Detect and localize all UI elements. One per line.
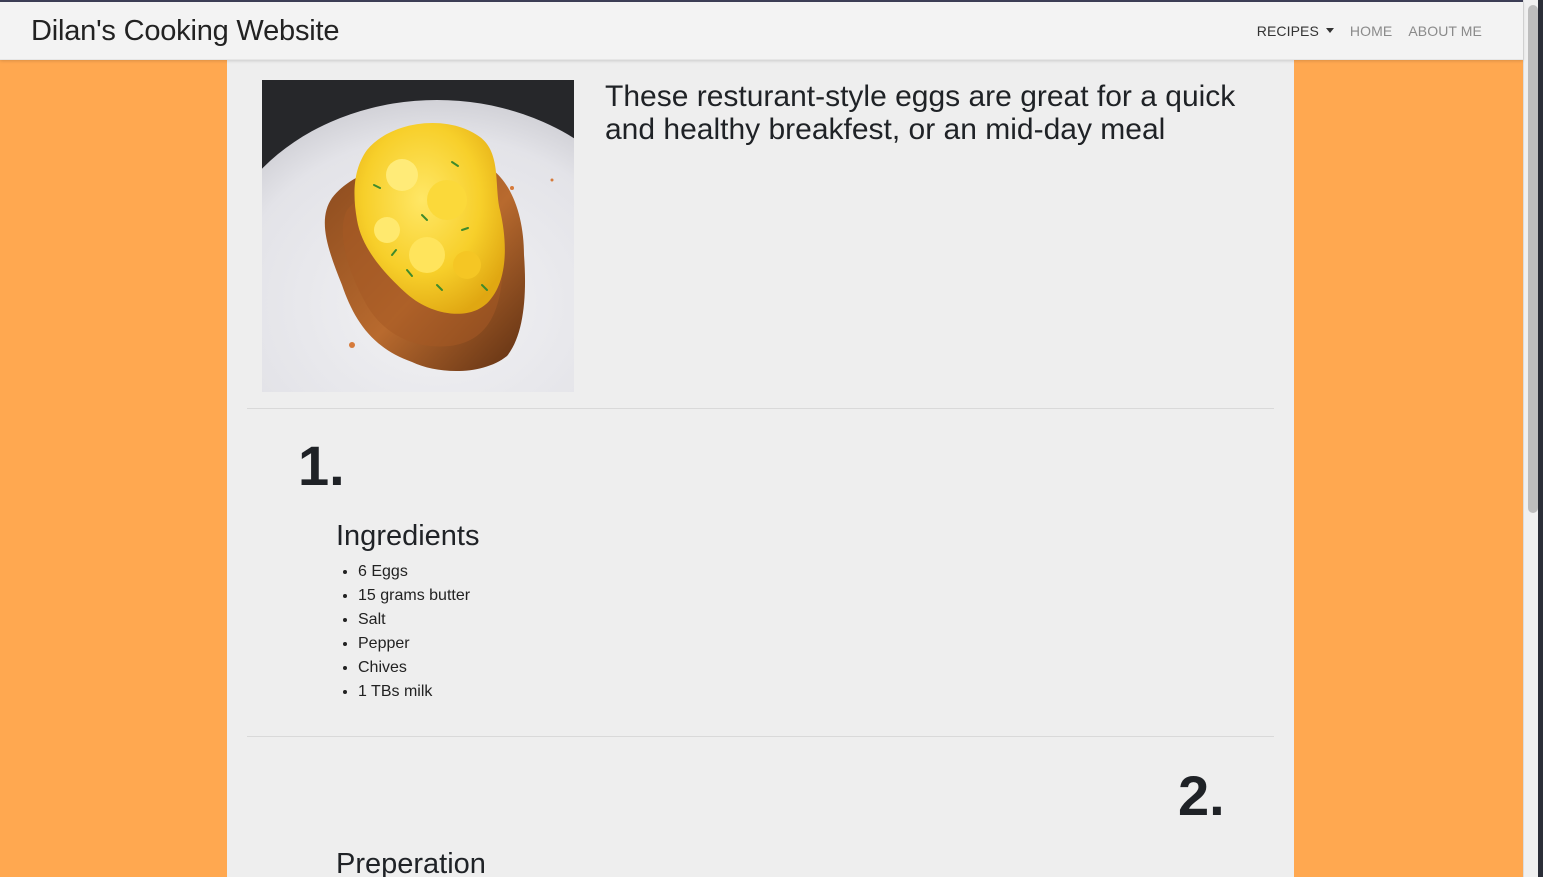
nav-recipes-label: RECIPES <box>1256 23 1319 39</box>
ingredient-item: Pepper <box>358 632 470 656</box>
page: Dilan's Cooking Website RECIPES HOME ABO… <box>0 0 1543 877</box>
navbar: Dilan's Cooking Website RECIPES HOME ABO… <box>0 2 1523 60</box>
recipe-intro: These resturant-style eggs are great for… <box>605 80 1236 146</box>
section-divider <box>247 736 1274 737</box>
ingredients-list: 6 Eggs 15 grams butter Salt Pepper Chive… <box>336 560 470 704</box>
section-divider <box>247 408 1274 409</box>
photo-illustration <box>262 80 574 392</box>
scrollbar-thumb[interactable] <box>1528 5 1538 513</box>
step-number-2: 2. <box>1178 764 1225 827</box>
nav-home-link[interactable]: HOME <box>1350 22 1392 40</box>
step-number-1: 1. <box>298 434 345 497</box>
scrambled-eggs-photo <box>262 80 574 392</box>
ingredient-item: Chives <box>358 656 470 680</box>
site-brand[interactable]: Dilan's Cooking Website <box>31 14 339 48</box>
ingredients-heading: Ingredients <box>336 520 480 552</box>
ingredient-item: 15 grams butter <box>358 584 470 608</box>
ingredient-item: 1 TBs milk <box>358 680 470 704</box>
ingredient-item: Salt <box>358 608 470 632</box>
caret-down-icon <box>1325 28 1334 33</box>
preparation-heading: Preperation <box>336 848 486 877</box>
recipe-content: These resturant-style eggs are great for… <box>227 60 1294 877</box>
nav-links: RECIPES HOME ABOUT ME <box>1257 22 1482 40</box>
ingredient-item: 6 Eggs <box>358 560 470 584</box>
nav-recipes-dropdown[interactable]: RECIPES <box>1257 22 1334 40</box>
nav-about-link[interactable]: ABOUT ME <box>1408 22 1482 40</box>
window-right-edge <box>1538 0 1543 877</box>
